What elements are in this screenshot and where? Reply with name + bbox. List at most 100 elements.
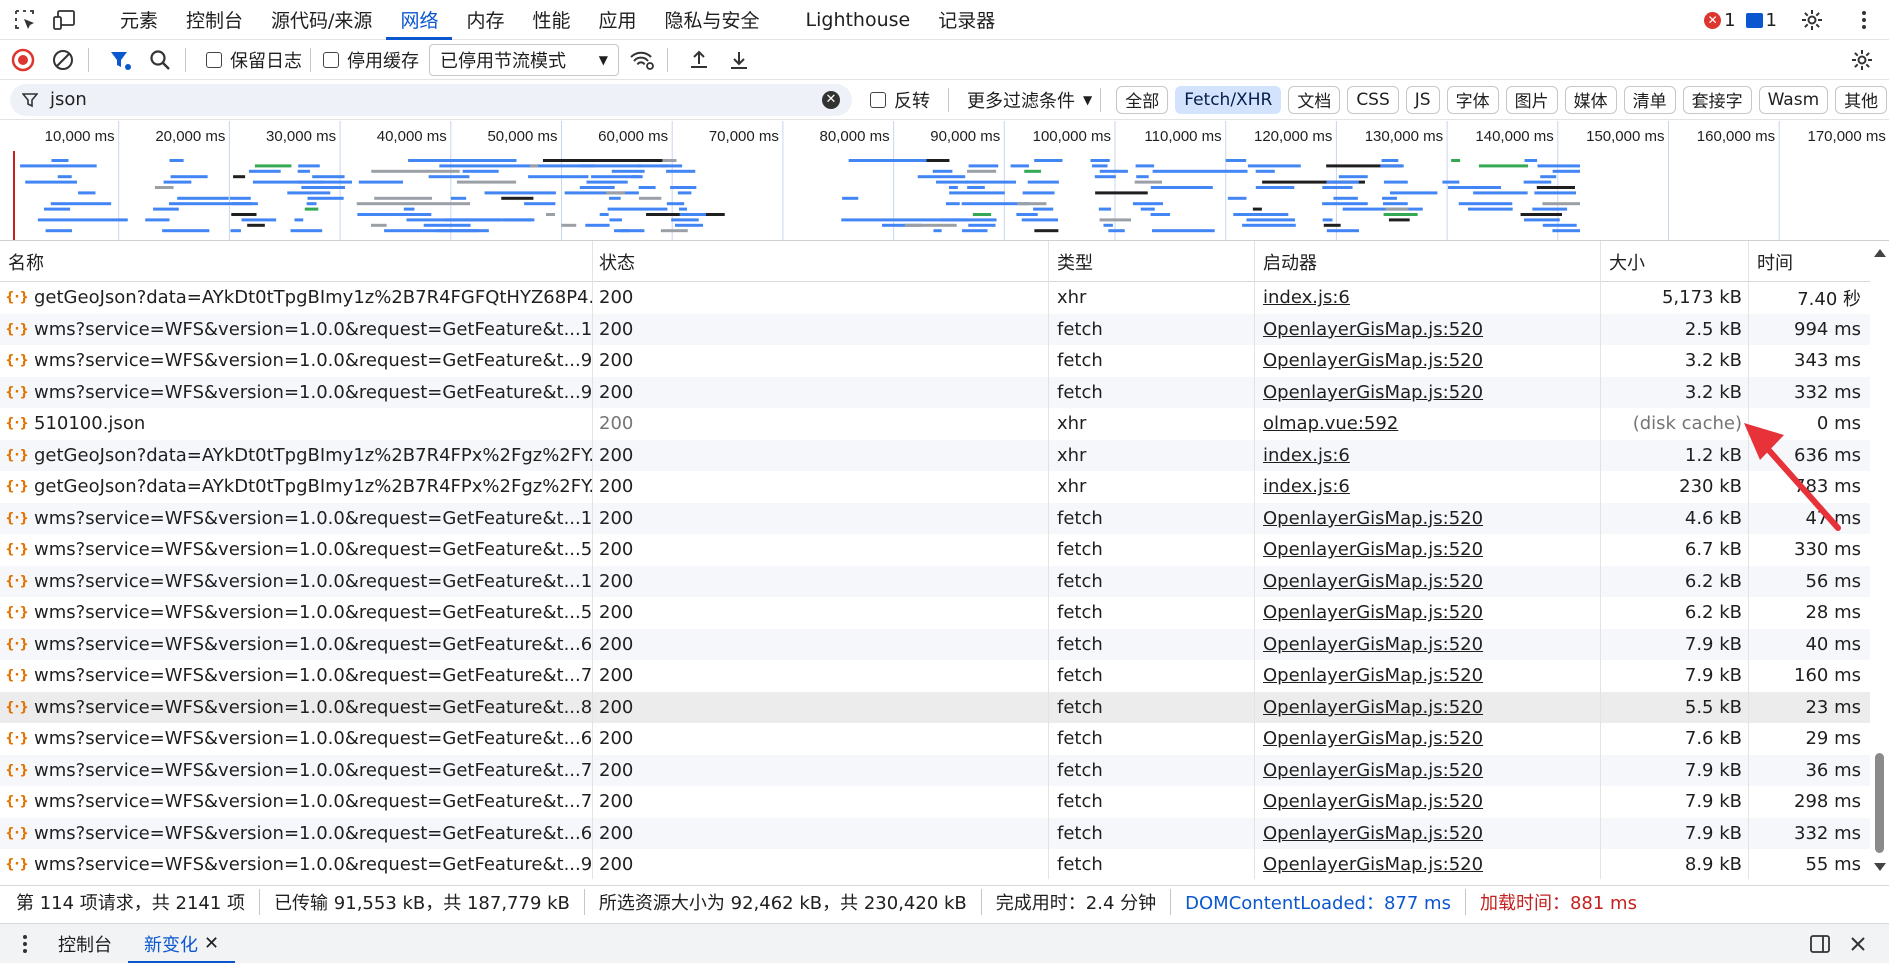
table-row[interactable]: {·} wms?service=WFS&version=1.0.0&request… [0, 754, 1870, 786]
filter-chip[interactable]: Fetch/XHR [1175, 85, 1282, 114]
network-conditions-icon[interactable] [625, 43, 659, 77]
table-row[interactable]: {·} wms?service=WFS&version=1.0.0&request… [0, 376, 1870, 408]
filter-chip[interactable]: 媒体 [1564, 85, 1617, 114]
inspect-element-icon[interactable] [10, 5, 40, 35]
request-name-cell[interactable]: {·} 510100.json [0, 408, 593, 440]
dock-side-icon[interactable] [1803, 927, 1837, 961]
scrollbar-thumb[interactable] [1875, 753, 1884, 853]
request-name-cell[interactable]: {·} getGeoJson?data=AYkDt0tTpgBImy1z%2B7R… [0, 471, 593, 503]
tab-5[interactable]: 性能 [518, 0, 584, 40]
request-name-cell[interactable]: {·} wms?service=WFS&version=1.0.0&request… [0, 691, 593, 723]
filter-chip[interactable]: 图片 [1505, 85, 1558, 114]
table-row[interactable]: {·} getGeoJson?data=AYkDt0tTpgBImy1z%2B7R… [0, 282, 1870, 314]
filter-chip[interactable]: 全部 [1116, 85, 1169, 114]
column-header-time[interactable]: 时间 [1749, 241, 1869, 282]
network-settings-gear-icon[interactable] [1845, 43, 1879, 77]
request-name-cell[interactable]: {·} getGeoJson?data=AYkDt0tTpgBImy1z%2B7R… [0, 439, 593, 471]
table-row[interactable]: {·} wms?service=WFS&version=1.0.0&request… [0, 313, 1870, 345]
initiator-link[interactable]: OpenlayerGisMap.js:520 [1263, 697, 1483, 718]
initiator-link[interactable]: index.js:6 [1263, 445, 1350, 466]
request-name-cell[interactable]: {·} wms?service=WFS&version=1.0.0&request… [0, 597, 593, 629]
tab-0[interactable]: 元素 [106, 0, 172, 40]
table-row[interactable]: {·} wms?service=WFS&version=1.0.0&request… [0, 691, 1870, 723]
request-name-cell[interactable]: {·} wms?service=WFS&version=1.0.0&request… [0, 345, 593, 377]
table-row[interactable]: {·} wms?service=WFS&version=1.0.0&request… [0, 345, 1870, 377]
more-filters-dropdown[interactable]: 更多过滤条件 ▼ [967, 87, 1092, 113]
table-row[interactable]: {·} getGeoJson?data=AYkDt0tTpgBImy1z%2B7R… [0, 439, 1870, 471]
request-name-cell[interactable]: {·} wms?service=WFS&version=1.0.0&request… [0, 376, 593, 408]
initiator-link[interactable]: OpenlayerGisMap.js:520 [1263, 665, 1483, 686]
initiator-link[interactable]: OpenlayerGisMap.js:520 [1263, 634, 1483, 655]
filter-value[interactable]: json [50, 89, 87, 110]
tab-6[interactable]: 应用 [584, 0, 650, 40]
filter-icon[interactable] [103, 43, 137, 77]
request-name-cell[interactable]: {·} wms?service=WFS&version=1.0.0&request… [0, 817, 593, 849]
filter-chip[interactable]: 清单 [1623, 85, 1676, 114]
error-count-badge[interactable]: ✕ 1 [1704, 10, 1736, 31]
initiator-link[interactable]: OpenlayerGisMap.js:520 [1263, 728, 1483, 749]
drawer-tab-console[interactable]: 控制台 [42, 924, 128, 963]
initiator-link[interactable]: OpenlayerGisMap.js:520 [1263, 760, 1483, 781]
request-name-cell[interactable]: {·} wms?service=WFS&version=1.0.0&request… [0, 660, 593, 692]
table-row[interactable]: {·} wms?service=WFS&version=1.0.0&request… [0, 534, 1870, 566]
filter-chip[interactable]: 套接字 [1682, 85, 1752, 114]
initiator-link[interactable]: OpenlayerGisMap.js:520 [1263, 382, 1483, 403]
table-row[interactable]: {·} wms?service=WFS&version=1.0.0&request… [0, 849, 1870, 879]
import-har-icon[interactable] [682, 43, 716, 77]
table-row[interactable]: {·} 510100.json 200 xhr olmap.vue:592 (disk c… [0, 408, 1870, 440]
filter-chip[interactable]: CSS [1347, 85, 1399, 114]
column-header-initiator[interactable]: 启动器 [1255, 241, 1601, 282]
checkbox-box[interactable] [206, 51, 222, 68]
throttling-select[interactable]: 已停用节流模式 ▼ [429, 43, 619, 76]
table-row[interactable]: {·} wms?service=WFS&version=1.0.0&request… [0, 628, 1870, 660]
preserve-log-checkbox[interactable]: 保留日志 [206, 47, 302, 73]
initiator-link[interactable]: olmap.vue:592 [1263, 413, 1398, 434]
filter-chip[interactable]: 其他 [1835, 85, 1888, 114]
initiator-link[interactable]: OpenlayerGisMap.js:520 [1263, 791, 1483, 812]
initiator-link[interactable]: index.js:6 [1263, 476, 1350, 497]
message-count-badge[interactable]: 1 [1745, 10, 1777, 31]
request-name-cell[interactable]: {·} wms?service=WFS&version=1.0.0&request… [0, 754, 593, 786]
column-header-type[interactable]: 类型 [1049, 241, 1255, 282]
initiator-link[interactable]: OpenlayerGisMap.js:520 [1263, 854, 1483, 875]
table-row[interactable]: {·} wms?service=WFS&version=1.0.0&request… [0, 597, 1870, 629]
tab-1[interactable]: 控制台 [172, 0, 257, 40]
tab-3[interactable]: 网络 [386, 0, 453, 40]
column-header-size[interactable]: 大小 [1601, 241, 1749, 282]
table-row[interactable]: {·} getGeoJson?data=AYkDt0tTpgBImy1z%2B7R… [0, 471, 1870, 503]
table-row[interactable]: {·} wms?service=WFS&version=1.0.0&request… [0, 660, 1870, 692]
filter-input[interactable]: json ✕ [10, 83, 852, 116]
column-header-name[interactable]: 名称 [0, 241, 593, 282]
request-name-cell[interactable]: {·} wms?service=WFS&version=1.0.0&request… [0, 628, 593, 660]
close-icon[interactable]: ✕ [204, 933, 219, 954]
initiator-link[interactable]: OpenlayerGisMap.js:520 [1263, 508, 1483, 529]
table-row[interactable]: {·} wms?service=WFS&version=1.0.0&request… [0, 817, 1870, 849]
request-name-cell[interactable]: {·} wms?service=WFS&version=1.0.0&request… [0, 565, 593, 597]
scroll-up-arrow-icon[interactable] [1874, 249, 1886, 257]
request-name-cell[interactable]: {·} wms?service=WFS&version=1.0.0&request… [0, 313, 593, 345]
tab-4[interactable]: 内存 [452, 0, 518, 40]
tab-7[interactable]: 隐私与安全 [651, 0, 774, 40]
search-icon[interactable] [143, 43, 177, 77]
request-name-cell[interactable]: {·} wms?service=WFS&version=1.0.0&request… [0, 723, 593, 755]
drawer-menu-icon[interactable] [8, 927, 42, 961]
more-vertical-icon[interactable] [1849, 5, 1879, 35]
initiator-link[interactable]: OpenlayerGisMap.js:520 [1263, 571, 1483, 592]
initiator-link[interactable]: OpenlayerGisMap.js:520 [1263, 539, 1483, 560]
table-row[interactable]: {·} wms?service=WFS&version=1.0.0&request… [0, 565, 1870, 597]
table-row[interactable]: {·} wms?service=WFS&version=1.0.0&request… [0, 723, 1870, 755]
stop-recording-button[interactable] [6, 43, 40, 77]
device-toolbar-icon[interactable] [50, 5, 80, 35]
initiator-link[interactable]: OpenlayerGisMap.js:520 [1263, 823, 1483, 844]
clear-filter-icon[interactable]: ✕ [822, 90, 840, 109]
filter-chip[interactable]: Wasm [1758, 85, 1829, 114]
checkbox-box[interactable] [870, 91, 886, 108]
table-row[interactable]: {·} wms?service=WFS&version=1.0.0&request… [0, 786, 1870, 818]
drawer-tab-changes[interactable]: 新变化 ✕ [128, 924, 236, 963]
filter-chip[interactable]: JS [1405, 85, 1440, 114]
scroll-down-arrow-icon[interactable] [1874, 863, 1886, 871]
checkbox-box[interactable] [323, 51, 339, 68]
initiator-link[interactable]: OpenlayerGisMap.js:520 [1263, 350, 1483, 371]
table-scrollbar[interactable] [1870, 241, 1889, 879]
request-name-cell[interactable]: {·} getGeoJson?data=AYkDt0tTpgBImy1z%2B7R… [0, 282, 593, 314]
